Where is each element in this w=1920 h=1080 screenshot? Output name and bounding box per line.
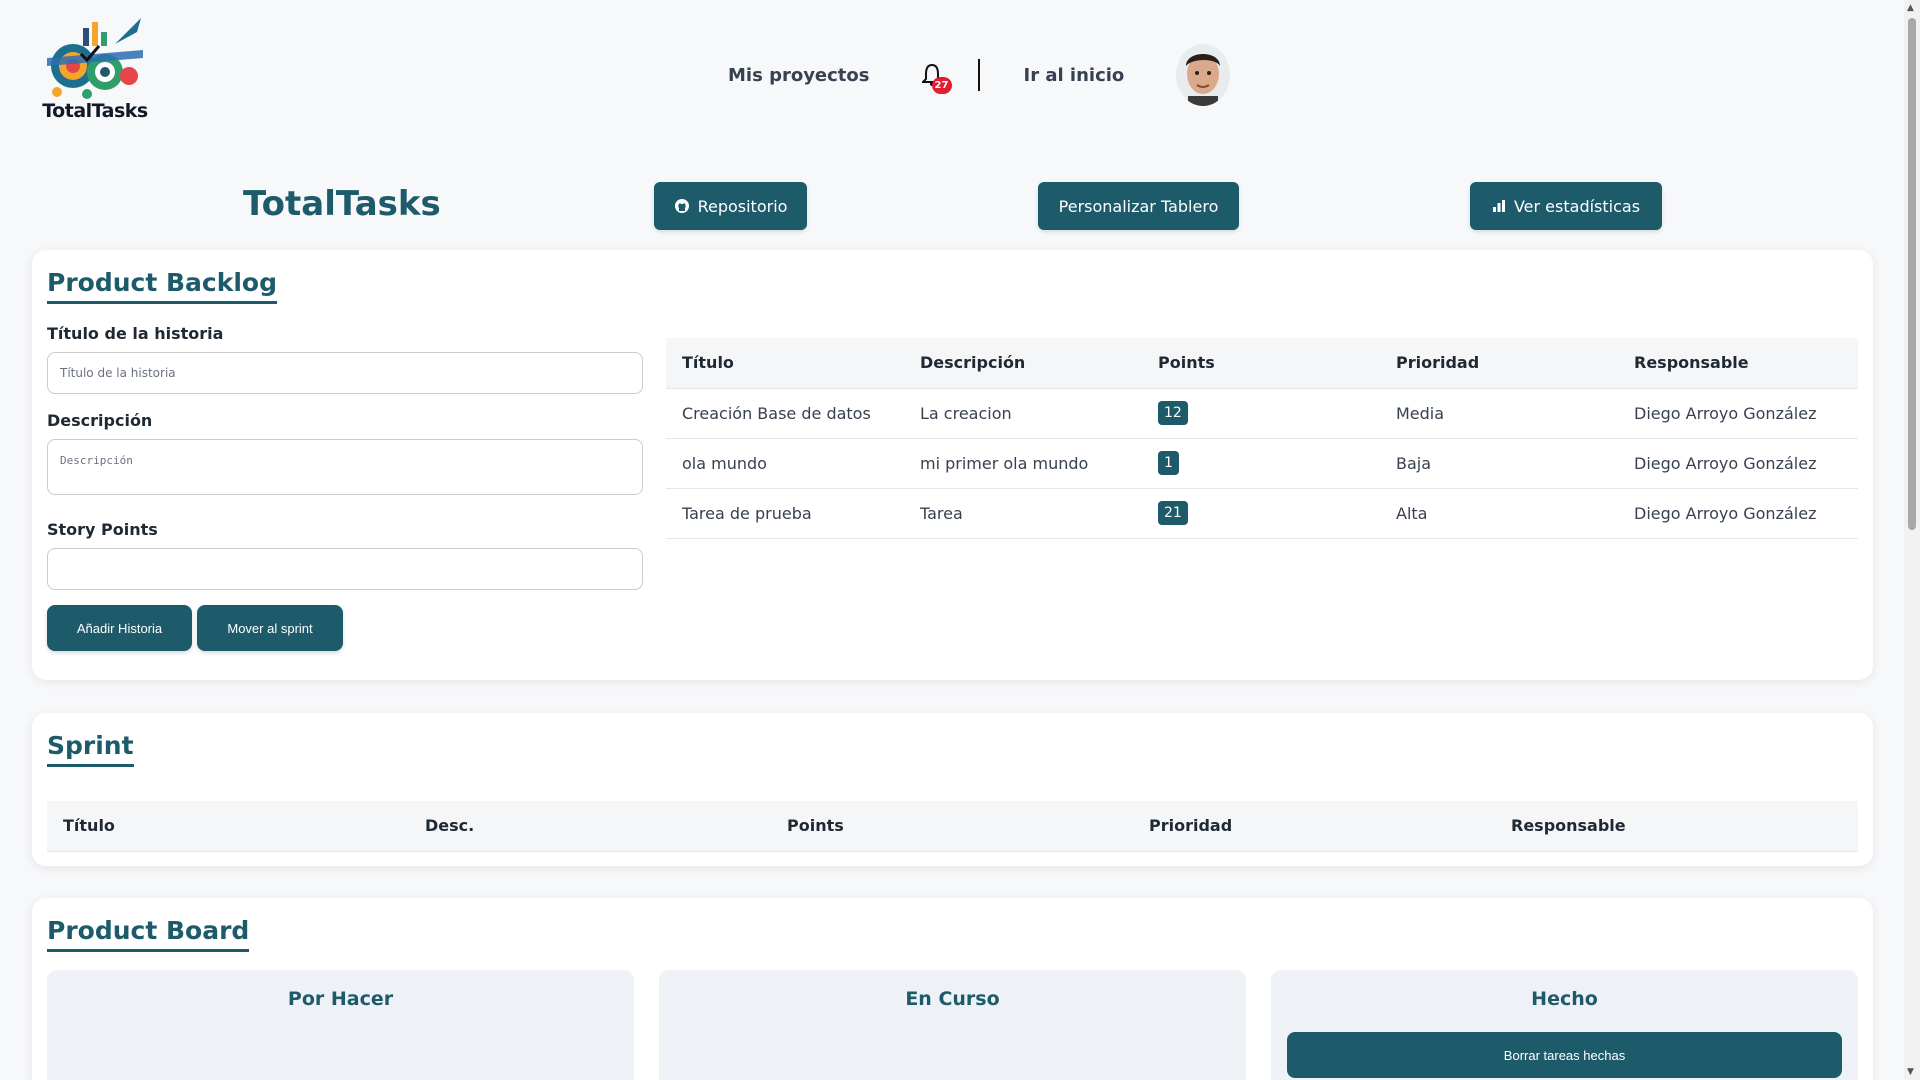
backlog-title: Product Backlog [47,268,278,304]
sprint-col-title: Título [47,801,409,852]
column-done[interactable]: Hecho Borrar tareas hechas [1271,970,1858,1080]
row-priority: Alta [1380,488,1618,539]
view-stats-button[interactable]: Ver estadísticas [1470,182,1662,230]
description-label: Descripción [47,411,153,430]
row-priority: Media [1380,388,1618,439]
column-todo-title: Por Hacer [287,988,394,1010]
nav-my-projects[interactable]: Mis proyectos [728,65,870,86]
column-todo[interactable]: Por Hacer [47,970,634,1080]
row-points-cell: 12 [1142,388,1380,439]
col-priority: Prioridad [1380,338,1618,389]
top-navigation: Mis proyectos 27 Ir al inicio [728,44,1231,106]
repository-button-label: Repositorio [697,196,788,216]
nav-divider [977,59,980,91]
bar-chart-icon [1492,200,1505,212]
customize-board-label: Personalizar Tablero [1058,196,1219,216]
points-badge: 21 [1158,501,1188,525]
move-to-sprint-button[interactable]: Mover al sprint [197,605,343,651]
page-title: TotalTasks [243,184,441,224]
notification-count-badge: 27 [931,77,952,94]
story-points-input[interactable] [47,548,643,590]
row-priority: Baja [1380,438,1618,489]
sprint-table: Título Desc. Points Prioridad Responsabl… [47,801,1858,852]
clear-done-tasks-button[interactable]: Borrar tareas hechas [1287,1032,1842,1078]
view-stats-label: Ver estadísticas [1513,196,1641,216]
row-owner: Diego Arroyo González [1618,438,1858,489]
column-in-progress-title: En Curso [905,988,1000,1010]
story-title-label: Título de la historia [47,324,224,343]
col-points: Points [1142,338,1380,389]
row-owner: Diego Arroyo González [1618,388,1858,439]
story-points-label: Story Points [47,520,158,539]
sprint-col-priority: Prioridad [1133,801,1495,852]
row-description: Tarea [904,488,1142,539]
repository-button[interactable]: Repositorio [654,182,807,230]
notifications-button[interactable]: 27 [918,58,952,94]
row-title: Creación Base de datos [666,388,904,439]
table-row[interactable]: Creación Base de datos La creacion 12 Me… [666,388,1858,439]
description-textarea[interactable]: Descripción [47,439,643,495]
add-story-button[interactable]: Añadir Historia [47,605,192,651]
sprint-col-description: Desc. [409,801,771,852]
customize-board-button[interactable]: Personalizar Tablero [1038,182,1239,230]
logo-text: TotalTasks [42,100,148,122]
board-title: Product Board [47,916,250,952]
col-description: Descripción [904,338,1142,389]
avatar-image [1176,44,1231,106]
story-title-placeholder: Título de la historia [60,366,176,380]
sprint-col-points: Points [771,801,1133,852]
row-description: La creacion [904,388,1142,439]
description-placeholder: Descripción [60,454,133,467]
sprint-table-header: Título Desc. Points Prioridad Responsabl… [47,801,1858,852]
row-points-cell: 1 [1142,438,1380,489]
table-row[interactable]: ola mundo mi primer ola mundo 1 Baja Die… [666,438,1858,489]
points-badge: 1 [1158,451,1179,475]
backlog-table: Título Descripción Points Prioridad Resp… [666,338,1858,539]
row-title: Tarea de prueba [666,488,904,539]
backlog-table-header: Título Descripción Points Prioridad Resp… [666,338,1858,389]
user-avatar[interactable] [1176,44,1231,106]
sprint-title: Sprint [47,731,134,767]
col-owner: Responsable [1618,338,1858,389]
table-row[interactable]: Tarea de prueba Tarea 21 Alta Diego Arro… [666,488,1858,539]
product-board-card: Product Board Por Hacer En Curso Hecho B… [32,898,1873,1080]
product-backlog-card: Product Backlog Título de la historia Tí… [32,250,1873,680]
column-in-progress[interactable]: En Curso [659,970,1246,1080]
sprint-card: Sprint Título Desc. Points Prioridad Res… [32,713,1873,866]
story-title-input[interactable]: Título de la historia [47,352,643,394]
col-title: Título [666,338,904,389]
scroll-up-arrow-icon[interactable]: ▲ [1907,3,1914,13]
row-points-cell: 21 [1142,488,1380,539]
column-done-title: Hecho [1531,988,1598,1010]
nav-go-home[interactable]: Ir al inicio [1024,65,1125,86]
row-owner: Diego Arroyo González [1618,488,1858,539]
points-badge: 12 [1158,401,1188,425]
scroll-down-arrow-icon[interactable]: ▼ [1907,1067,1914,1077]
row-title: ola mundo [666,438,904,489]
row-description: mi primer ola mundo [904,438,1142,489]
sprint-col-owner: Responsable [1495,801,1858,852]
scrollbar-thumb[interactable] [1908,18,1916,530]
github-icon [674,199,689,213]
app-logo[interactable]: TotalTasks [40,14,150,126]
logo-graphic-icon [47,18,143,99]
page-scrollbar[interactable]: ▲ ▼ [1904,0,1920,1080]
